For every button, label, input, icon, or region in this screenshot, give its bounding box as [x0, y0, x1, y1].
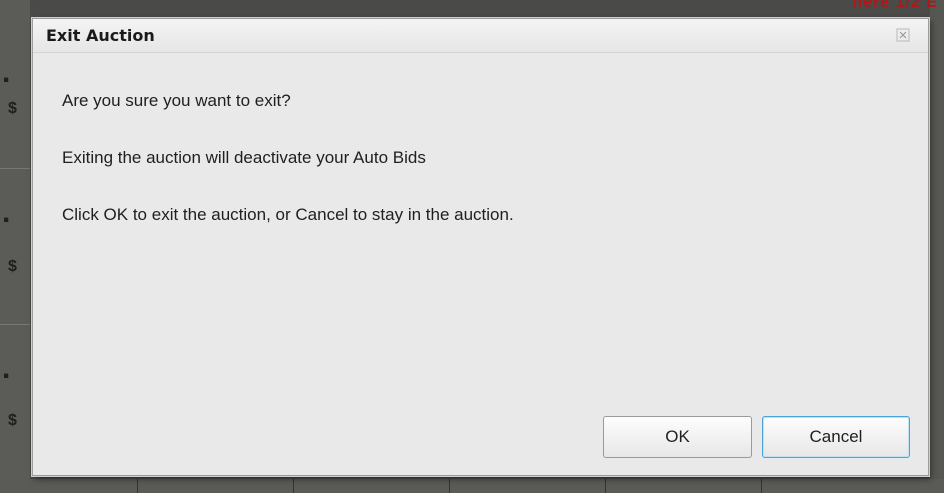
exit-auction-dialog: Exit Auction Are you sure you want to ex…	[32, 18, 929, 476]
close-icon	[896, 28, 910, 42]
dialog-body: Are you sure you want to exit? Exiting t…	[62, 91, 908, 225]
background-glyph: .	[2, 196, 11, 229]
instructions-text: Click OK to exit the auction, or Cancel …	[62, 205, 514, 224]
background-glyph: .	[2, 352, 11, 385]
background-divider	[0, 324, 30, 325]
background-tick	[449, 479, 450, 493]
background-right-strip	[930, 0, 944, 493]
background-bottom-strip	[0, 479, 944, 493]
background-glyph: .	[2, 56, 11, 89]
auto-bid-warning: Exiting the auction will deactivate your…	[62, 148, 426, 167]
background-red-text: nere 1/2 E	[852, 0, 938, 11]
background-divider	[0, 168, 30, 169]
background-tick	[293, 479, 294, 493]
background-glyph: $	[8, 100, 17, 117]
background-left-strip: . $ . $ . $	[0, 0, 30, 493]
close-button[interactable]	[896, 28, 910, 42]
background-tick	[137, 479, 138, 493]
dialog-title: Exit Auction	[46, 26, 155, 45]
background-tick	[605, 479, 606, 493]
confirm-question: Are you sure you want to exit?	[62, 91, 291, 110]
cancel-button[interactable]: Cancel	[762, 416, 910, 458]
background-glyph: $	[8, 412, 17, 429]
background-tick	[761, 479, 762, 493]
dialog-titlebar[interactable]: Exit Auction	[33, 19, 928, 53]
ok-button[interactable]: OK	[603, 416, 752, 458]
background-glyph: $	[8, 258, 17, 275]
